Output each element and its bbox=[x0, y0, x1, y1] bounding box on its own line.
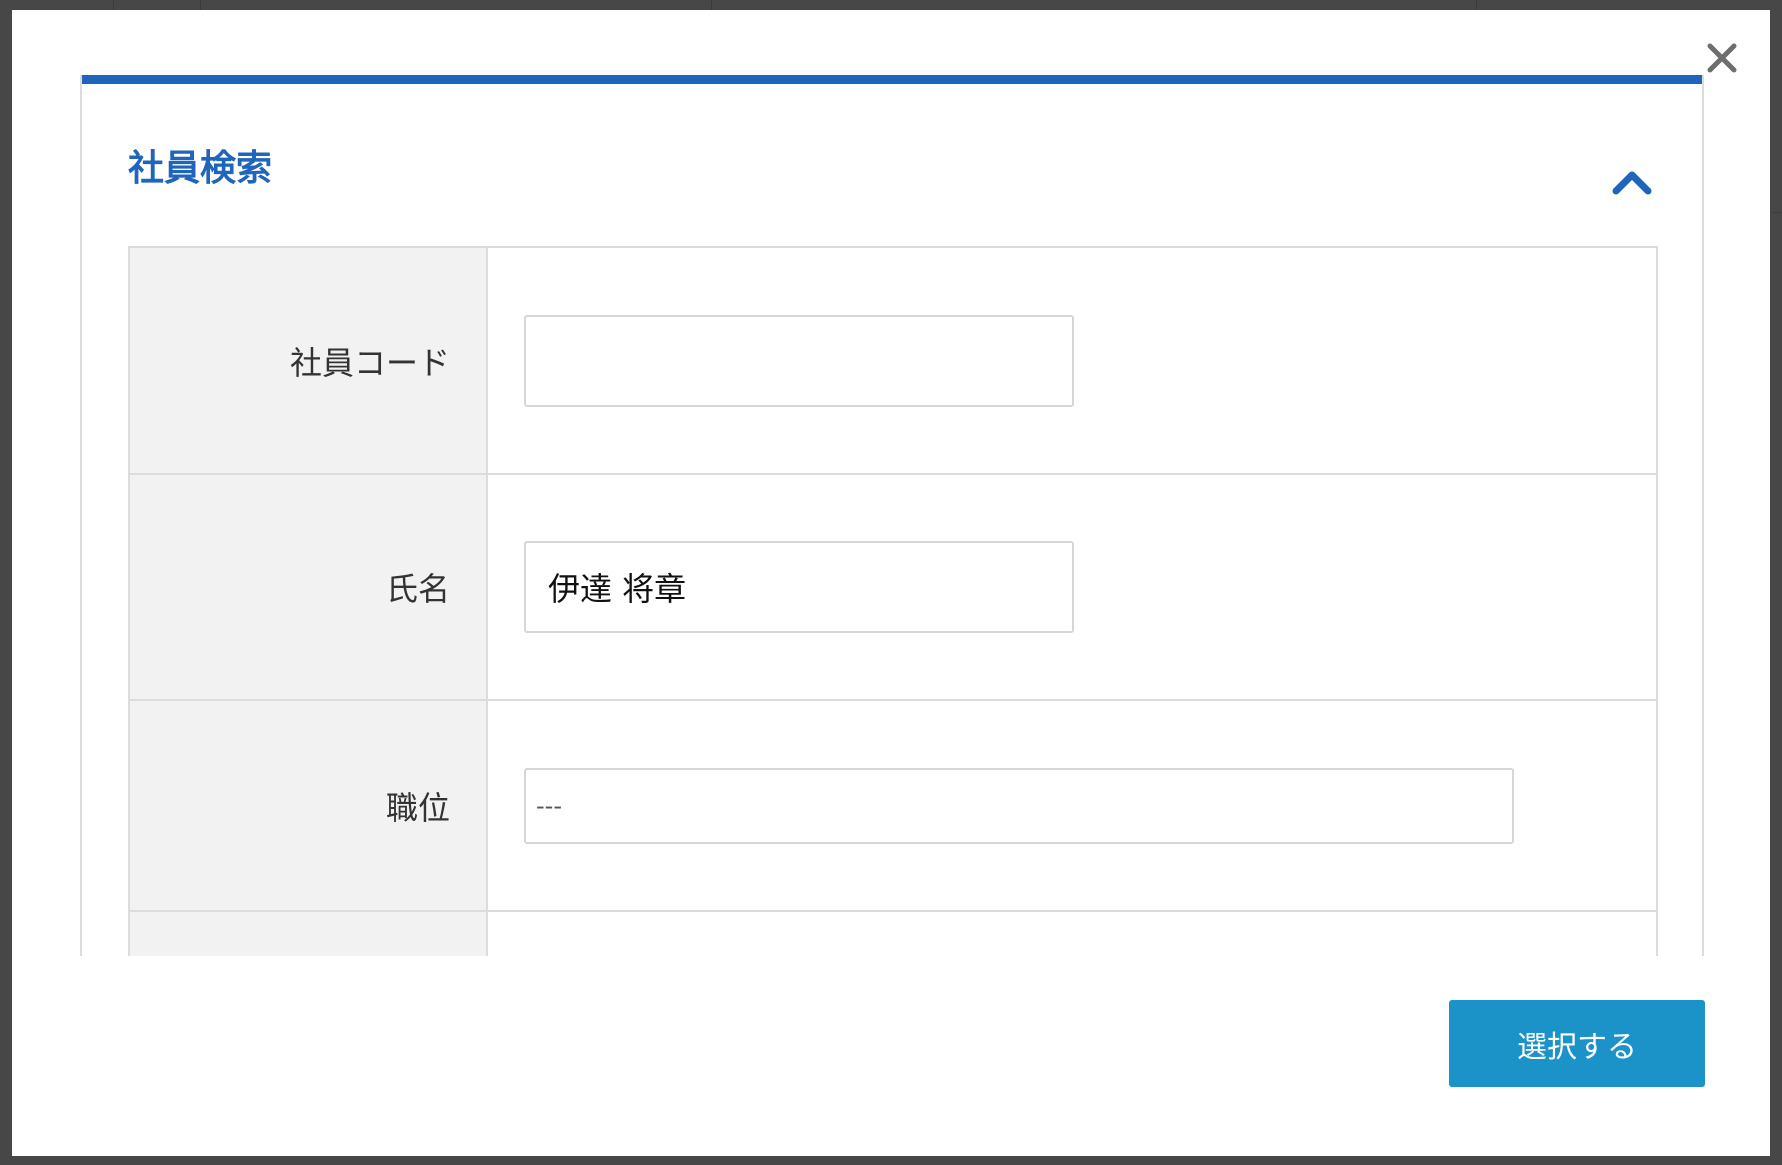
position-label: 職位 bbox=[128, 699, 488, 912]
employee-code-label: 社員コード bbox=[128, 246, 488, 475]
form-row-next bbox=[128, 910, 1658, 956]
next-row-label bbox=[128, 910, 488, 956]
chevron-up-icon[interactable] bbox=[1610, 159, 1654, 203]
form-row-position: 職位 --- bbox=[128, 699, 1658, 912]
form-row-name: 氏名 bbox=[128, 473, 1658, 701]
next-row-cell bbox=[486, 910, 1658, 956]
name-input[interactable] bbox=[524, 541, 1074, 633]
close-icon[interactable] bbox=[1704, 40, 1740, 76]
position-cell: --- bbox=[486, 699, 1658, 912]
position-select[interactable]: --- bbox=[524, 767, 1514, 844]
search-panel: 社員検索 社員コード 氏名 職位 bbox=[80, 75, 1704, 956]
employee-code-input[interactable] bbox=[524, 314, 1074, 407]
form-row-employee-code: 社員コード bbox=[128, 246, 1658, 475]
name-label: 氏名 bbox=[128, 473, 488, 701]
select-button[interactable]: 選択する bbox=[1449, 1000, 1705, 1087]
search-form-table: 社員コード 氏名 職位 --- bbox=[128, 246, 1658, 956]
employee-code-cell bbox=[486, 246, 1658, 475]
name-cell bbox=[486, 473, 1658, 701]
employee-search-modal: 社員検索 社員コード 氏名 職位 bbox=[12, 10, 1770, 1156]
panel-accent-bar bbox=[82, 75, 1702, 84]
position-selected-value: --- bbox=[536, 791, 562, 820]
panel-title: 社員検索 bbox=[128, 148, 273, 189]
